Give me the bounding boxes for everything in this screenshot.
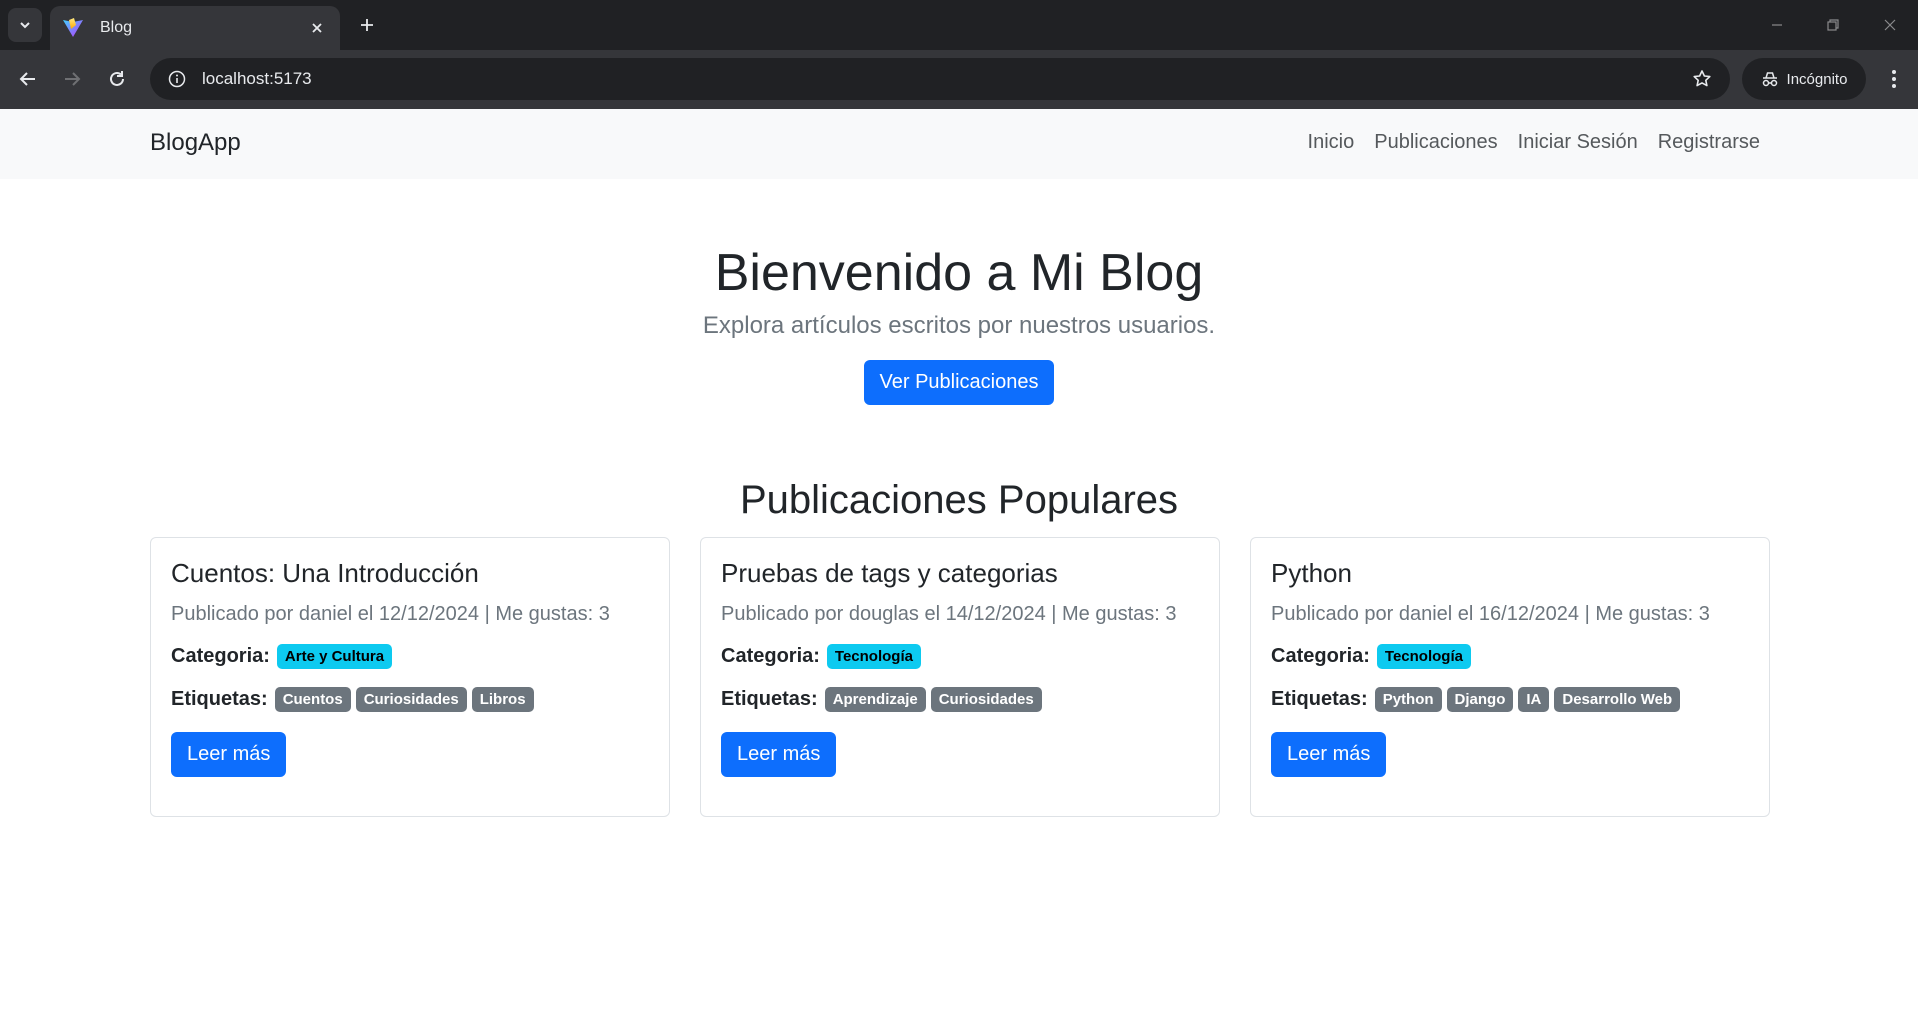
plus-icon bbox=[361, 19, 373, 31]
site-info-icon[interactable] bbox=[156, 58, 198, 100]
arrow-left-icon bbox=[19, 72, 35, 86]
tab-strip: Blog bbox=[0, 0, 1918, 50]
hero-section: Bienvenido a Mi Blog Explora artículos e… bbox=[0, 240, 1918, 405]
tag-badge: Curiosidades bbox=[930, 687, 1042, 712]
new-tab-button[interactable] bbox=[352, 10, 382, 40]
brand-logo[interactable]: BlogApp bbox=[150, 129, 241, 157]
close-icon bbox=[312, 23, 322, 33]
minimize-icon bbox=[1772, 24, 1782, 26]
view-posts-button[interactable]: Ver Publicaciones bbox=[863, 360, 1055, 405]
nav-link-inicio[interactable]: Inicio bbox=[1308, 131, 1355, 154]
minimize-button[interactable] bbox=[1762, 10, 1792, 40]
more-vert-icon bbox=[1892, 70, 1896, 88]
popular-posts-title: Publicaciones Populares bbox=[739, 478, 1179, 522]
back-button[interactable] bbox=[12, 63, 44, 95]
tags-label: Etiquetas: bbox=[171, 688, 268, 710]
category-badge: Tecnología bbox=[1376, 644, 1471, 669]
bookmark-star-icon[interactable] bbox=[1682, 59, 1722, 99]
read-more-button[interactable]: Leer más bbox=[1271, 732, 1387, 777]
tag-badge: Curiosidades bbox=[355, 687, 467, 712]
close-window-button[interactable] bbox=[1875, 10, 1905, 40]
nav-links: Inicio Publicaciones Iniciar Sesión Regi… bbox=[1308, 131, 1760, 154]
tab-title: Blog bbox=[100, 19, 133, 36]
hero-title: Bienvenido a Mi Blog bbox=[714, 244, 1204, 302]
read-more-button[interactable]: Leer más bbox=[171, 732, 287, 777]
popular-posts-list: Cuentos: Una Introducción Publicado por … bbox=[150, 537, 1770, 817]
post-title: Pruebas de tags y categorias bbox=[721, 558, 1058, 588]
address-url[interactable]: localhost:5173 bbox=[202, 69, 1682, 89]
category-badge: Arte y Cultura bbox=[276, 644, 393, 669]
nav-link-registrarse[interactable]: Registrarse bbox=[1658, 131, 1760, 154]
nav-link-publicaciones[interactable]: Publicaciones bbox=[1374, 131, 1497, 154]
post-meta: Publicado por daniel el 12/12/2024 | Me … bbox=[171, 603, 610, 625]
category-badge: Tecnología bbox=[826, 644, 921, 669]
post-category-row: Categoria: Arte y Cultura bbox=[171, 644, 649, 669]
tags-label: Etiquetas: bbox=[1271, 688, 1368, 710]
read-more-button[interactable]: Leer más bbox=[721, 732, 837, 777]
category-label: Categoria: bbox=[721, 645, 820, 667]
hero-subtitle: Explora artículos escritos por nuestros … bbox=[702, 312, 1216, 339]
incognito-indicator[interactable]: Incógnito bbox=[1742, 58, 1866, 100]
tag-badge: IA bbox=[1518, 687, 1550, 712]
tab-close-button[interactable] bbox=[306, 17, 328, 39]
post-meta: Publicado por daniel el 16/12/2024 | Me … bbox=[1271, 603, 1710, 625]
post-title: Python bbox=[1271, 558, 1352, 588]
post-card: Python Publicado por daniel el 16/12/202… bbox=[1250, 537, 1770, 817]
post-tags-row: Etiquetas: Cuentos Curiosidades Libros bbox=[171, 687, 649, 712]
close-window-icon bbox=[1884, 19, 1896, 31]
tag-badge: Aprendizaje bbox=[824, 687, 926, 712]
address-bar[interactable]: localhost:5173 bbox=[150, 58, 1730, 100]
tag-badge: Django bbox=[1446, 687, 1514, 712]
category-label: Categoria: bbox=[171, 645, 270, 667]
post-card: Pruebas de tags y categorias Publicado p… bbox=[700, 537, 1220, 817]
tag-badge: Cuentos bbox=[274, 687, 351, 712]
arrow-right-icon bbox=[65, 72, 81, 86]
tab-search-button[interactable] bbox=[8, 8, 42, 42]
tag-badge: Libros bbox=[471, 687, 534, 712]
post-category-row: Categoria: Tecnología bbox=[1271, 644, 1749, 669]
post-category-row: Categoria: Tecnología bbox=[721, 644, 1199, 669]
post-tags-row: Etiquetas: Aprendizaje Curiosidades bbox=[721, 687, 1199, 712]
reload-button[interactable] bbox=[101, 63, 133, 95]
post-tags-row: Etiquetas: Python Django IA Desarrollo W… bbox=[1271, 687, 1749, 712]
site-navbar: BlogApp Inicio Publicaciones Iniciar Ses… bbox=[0, 109, 1918, 179]
forward-button[interactable] bbox=[56, 63, 88, 95]
browser-chrome: Blog localhost:5173 Incógnito bbox=[0, 0, 1918, 109]
tags-label: Etiquetas: bbox=[721, 688, 818, 710]
post-card: Cuentos: Una Introducción Publicado por … bbox=[150, 537, 670, 817]
incognito-icon bbox=[1762, 72, 1777, 87]
vite-logo-icon bbox=[63, 18, 83, 37]
post-meta: Publicado por douglas el 14/12/2024 | Me… bbox=[721, 603, 1177, 625]
browser-menu-button[interactable] bbox=[1878, 63, 1910, 95]
nav-link-iniciar-sesion[interactable]: Iniciar Sesión bbox=[1518, 131, 1638, 154]
chevron-down-icon bbox=[20, 22, 30, 29]
browser-toolbar: localhost:5173 Incógnito bbox=[0, 50, 1918, 109]
tag-badge: Python bbox=[1374, 687, 1442, 712]
browser-tab[interactable]: Blog bbox=[50, 6, 340, 50]
restore-icon bbox=[1827, 19, 1839, 31]
tag-badge: Desarrollo Web bbox=[1554, 687, 1681, 712]
reload-icon bbox=[110, 71, 124, 86]
restore-button[interactable] bbox=[1818, 10, 1848, 40]
incognito-label: Incógnito bbox=[1786, 70, 1848, 88]
category-label: Categoria: bbox=[1271, 645, 1370, 667]
post-title: Cuentos: Una Introducción bbox=[171, 558, 479, 588]
